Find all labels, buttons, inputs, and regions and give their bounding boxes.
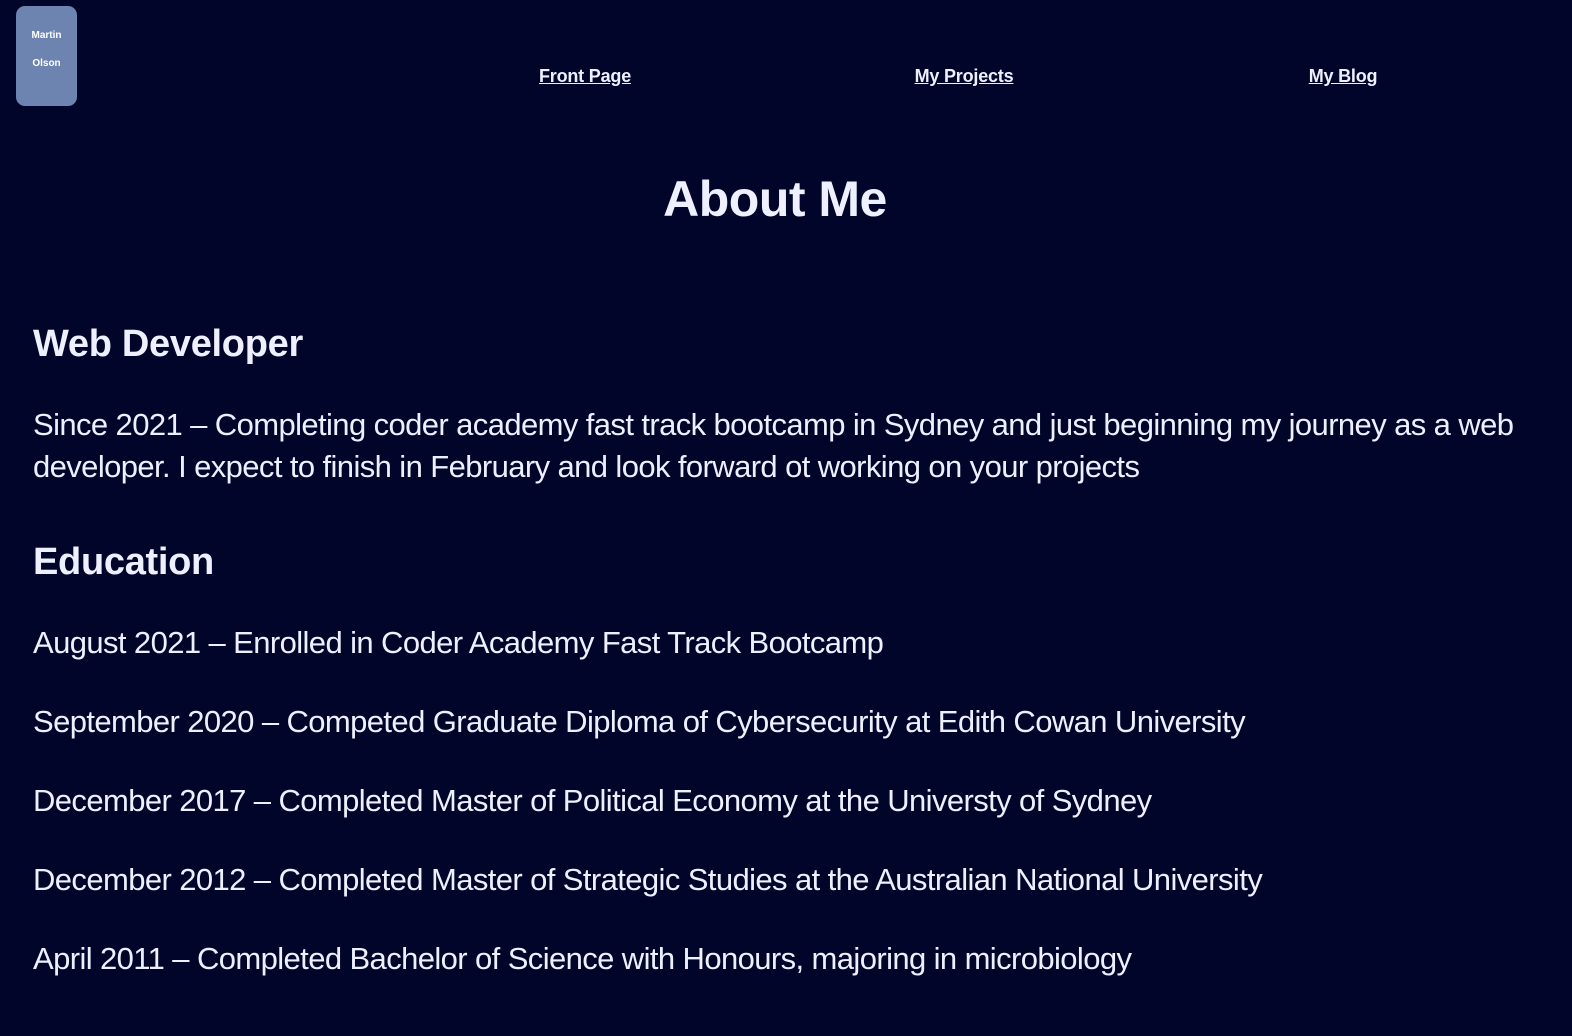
education-item: September 2020 – Competed Graduate Diplo… — [33, 704, 1246, 739]
main-navigation: Front Page My Projects My Blog — [0, 66, 1572, 92]
logo-first-name: Martin — [31, 30, 62, 41]
web-developer-text: Since 2021 – Completing coder academy fa… — [33, 407, 1514, 484]
about-content: Web Developer Since 2021 – Completing co… — [33, 318, 1533, 1017]
page-title: About Me — [663, 171, 887, 227]
nav-my-blog-link[interactable]: My Blog — [1309, 66, 1378, 87]
education-item: December 2017 – Completed Master of Poli… — [33, 783, 1152, 818]
education-item: December 2012 – Completed Master of Stra… — [33, 862, 1263, 897]
education-section: Education August 2021 – Enrolled in Code… — [33, 536, 1533, 980]
education-list: August 2021 – Enrolled in Coder Academy … — [33, 622, 1533, 980]
education-item: August 2021 – Enrolled in Coder Academy … — [33, 625, 884, 660]
web-developer-section: Web Developer Since 2021 – Completing co… — [33, 318, 1533, 488]
education-item: April 2011 – Completed Bachelor of Scien… — [33, 941, 1132, 976]
nav-front-page-link[interactable]: Front Page — [539, 66, 631, 87]
education-heading: Education — [33, 541, 214, 583]
nav-my-projects-link[interactable]: My Projects — [915, 66, 1014, 87]
web-developer-heading: Web Developer — [33, 323, 303, 365]
